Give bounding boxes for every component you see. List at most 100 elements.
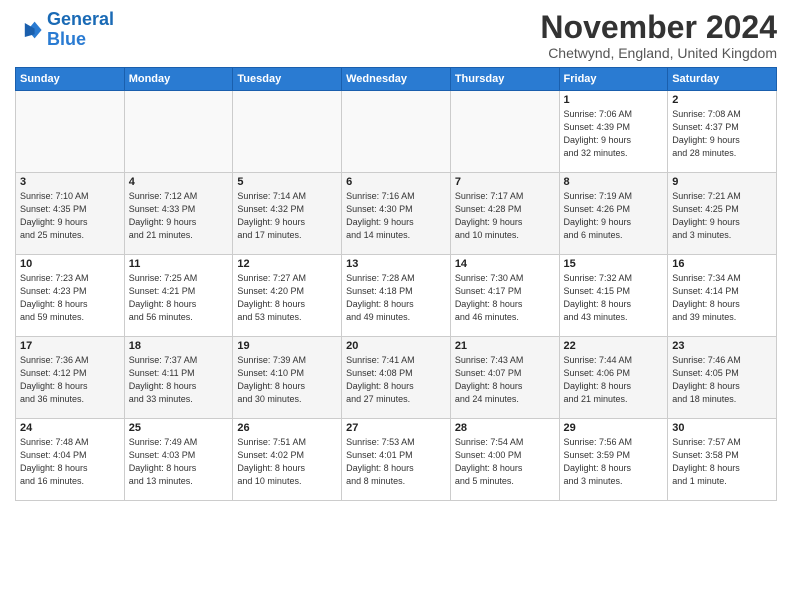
day-number: 16 (672, 258, 772, 270)
calendar-cell: 23 Sunrise: 7:46 AMSunset: 4:05 PMDayligh… (668, 337, 777, 419)
calendar-cell: 1 Sunrise: 7:06 AMSunset: 4:39 PMDaylight… (559, 91, 668, 173)
calendar-cell: 13 Sunrise: 7:28 AMSunset: 4:18 PMDayligh… (342, 255, 451, 337)
day-number: 1 (564, 94, 664, 106)
cell-info: Sunrise: 7:37 AMSunset: 4:11 PMDaylight:… (129, 354, 229, 406)
col-header-friday: Friday (559, 68, 668, 91)
day-number: 21 (455, 340, 555, 352)
cell-info: Sunrise: 7:25 AMSunset: 4:21 PMDaylight:… (129, 272, 229, 324)
calendar-cell (450, 91, 559, 173)
calendar-cell: 11 Sunrise: 7:25 AMSunset: 4:21 PMDayligh… (124, 255, 233, 337)
cell-info: Sunrise: 7:48 AMSunset: 4:04 PMDaylight:… (20, 436, 120, 488)
cell-info: Sunrise: 7:06 AMSunset: 4:39 PMDaylight:… (564, 108, 664, 160)
page: General Blue November 2024 Chetwynd, Eng… (0, 0, 792, 612)
cell-info: Sunrise: 7:19 AMSunset: 4:26 PMDaylight:… (564, 190, 664, 242)
cell-info: Sunrise: 7:30 AMSunset: 4:17 PMDaylight:… (455, 272, 555, 324)
day-number: 15 (564, 258, 664, 270)
col-header-monday: Monday (124, 68, 233, 91)
cell-info: Sunrise: 7:23 AMSunset: 4:23 PMDaylight:… (20, 272, 120, 324)
calendar-cell: 30Sunrise: 7:57 AMSunset: 3:58 PMDayligh… (668, 419, 777, 501)
day-number: 10 (20, 258, 120, 270)
calendar-cell: 16 Sunrise: 7:34 AMSunset: 4:14 PMDayligh… (668, 255, 777, 337)
calendar-cell: 18 Sunrise: 7:37 AMSunset: 4:11 PMDayligh… (124, 337, 233, 419)
day-number: 13 (346, 258, 446, 270)
day-number: 4 (129, 176, 229, 188)
cell-info: Sunrise: 7:34 AMSunset: 4:14 PMDaylight:… (672, 272, 772, 324)
day-number: 3 (20, 176, 120, 188)
calendar-cell: 4 Sunrise: 7:12 AMSunset: 4:33 PMDaylight… (124, 173, 233, 255)
day-number: 28 (455, 422, 555, 434)
day-number: 11 (129, 258, 229, 270)
calendar-cell: 2 Sunrise: 7:08 AMSunset: 4:37 PMDaylight… (668, 91, 777, 173)
day-number: 24 (20, 422, 120, 434)
day-number: 6 (346, 176, 446, 188)
cell-info: Sunrise: 7:54 AMSunset: 4:00 PMDaylight:… (455, 436, 555, 488)
cell-info: Sunrise: 7:16 AMSunset: 4:30 PMDaylight:… (346, 190, 446, 242)
day-number: 29 (564, 422, 664, 434)
col-header-tuesday: Tuesday (233, 68, 342, 91)
location: Chetwynd, England, United Kingdom (540, 45, 777, 61)
logo-line2: Blue (47, 30, 114, 50)
col-header-saturday: Saturday (668, 68, 777, 91)
calendar-cell: 28 Sunrise: 7:54 AMSunset: 4:00 PMDayligh… (450, 419, 559, 501)
calendar-cell: 14Sunrise: 7:30 AMSunset: 4:17 PMDayligh… (450, 255, 559, 337)
day-number: 27 (346, 422, 446, 434)
cell-info: Sunrise: 7:27 AMSunset: 4:20 PMDaylight:… (237, 272, 337, 324)
day-number: 19 (237, 340, 337, 352)
calendar-header-row: SundayMondayTuesdayWednesdayThursdayFrid… (16, 68, 777, 91)
day-number: 26 (237, 422, 337, 434)
logo: General Blue (15, 10, 114, 50)
day-number: 25 (129, 422, 229, 434)
calendar-cell: 3Sunrise: 7:10 AMSunset: 4:35 PMDaylight… (16, 173, 125, 255)
calendar-cell: 22 Sunrise: 7:44 AMSunset: 4:06 PMDayligh… (559, 337, 668, 419)
day-number: 18 (129, 340, 229, 352)
day-number: 17 (20, 340, 120, 352)
calendar-cell: 5Sunrise: 7:14 AMSunset: 4:32 PMDaylight… (233, 173, 342, 255)
cell-info: Sunrise: 7:53 AMSunset: 4:01 PMDaylight:… (346, 436, 446, 488)
day-number: 22 (564, 340, 664, 352)
day-number: 2 (672, 94, 772, 106)
col-header-wednesday: Wednesday (342, 68, 451, 91)
day-number: 9 (672, 176, 772, 188)
logo-text: General Blue (47, 10, 114, 50)
calendar-cell: 21 Sunrise: 7:43 AMSunset: 4:07 PMDayligh… (450, 337, 559, 419)
calendar-cell: 24 Sunrise: 7:48 AMSunset: 4:04 PMDayligh… (16, 419, 125, 501)
calendar-cell: 29 Sunrise: 7:56 AMSunset: 3:59 PMDayligh… (559, 419, 668, 501)
header: General Blue November 2024 Chetwynd, Eng… (15, 10, 777, 61)
calendar: SundayMondayTuesdayWednesdayThursdayFrid… (15, 67, 777, 501)
day-number: 20 (346, 340, 446, 352)
cell-info: Sunrise: 7:28 AMSunset: 4:18 PMDaylight:… (346, 272, 446, 324)
calendar-cell: 19 Sunrise: 7:39 AMSunset: 4:10 PMDayligh… (233, 337, 342, 419)
day-number: 12 (237, 258, 337, 270)
calendar-cell: 8 Sunrise: 7:19 AMSunset: 4:26 PMDaylight… (559, 173, 668, 255)
day-number: 23 (672, 340, 772, 352)
cell-info: Sunrise: 7:46 AMSunset: 4:05 PMDaylight:… (672, 354, 772, 406)
cell-info: Sunrise: 7:32 AMSunset: 4:15 PMDaylight:… (564, 272, 664, 324)
calendar-cell: 20Sunrise: 7:41 AMSunset: 4:08 PMDayligh… (342, 337, 451, 419)
cell-info: Sunrise: 7:36 AMSunset: 4:12 PMDaylight:… (20, 354, 120, 406)
calendar-cell (16, 91, 125, 173)
day-number: 8 (564, 176, 664, 188)
calendar-cell: 27 Sunrise: 7:53 AMSunset: 4:01 PMDayligh… (342, 419, 451, 501)
calendar-cell (124, 91, 233, 173)
cell-info: Sunrise: 7:12 AMSunset: 4:33 PMDaylight:… (129, 190, 229, 242)
col-header-sunday: Sunday (16, 68, 125, 91)
cell-info: Sunrise: 7:56 AMSunset: 3:59 PMDaylight:… (564, 436, 664, 488)
cell-info: Sunrise: 7:08 AMSunset: 4:37 PMDaylight:… (672, 108, 772, 160)
day-number: 7 (455, 176, 555, 188)
cell-info: Sunrise: 7:21 AMSunset: 4:25 PMDaylight:… (672, 190, 772, 242)
cell-info: Sunrise: 7:39 AMSunset: 4:10 PMDaylight:… (237, 354, 337, 406)
calendar-cell: 26Sunrise: 7:51 AMSunset: 4:02 PMDayligh… (233, 419, 342, 501)
cell-info: Sunrise: 7:49 AMSunset: 4:03 PMDaylight:… (129, 436, 229, 488)
logo-icon (15, 16, 43, 44)
day-number: 5 (237, 176, 337, 188)
cell-info: Sunrise: 7:44 AMSunset: 4:06 PMDaylight:… (564, 354, 664, 406)
calendar-cell: 17 Sunrise: 7:36 AMSunset: 4:12 PMDayligh… (16, 337, 125, 419)
cell-info: Sunrise: 7:57 AMSunset: 3:58 PMDaylight:… (672, 436, 772, 488)
calendar-cell (233, 91, 342, 173)
calendar-cell: 7Sunrise: 7:17 AMSunset: 4:28 PMDaylight… (450, 173, 559, 255)
title-block: November 2024 Chetwynd, England, United … (540, 10, 777, 61)
cell-info: Sunrise: 7:43 AMSunset: 4:07 PMDaylight:… (455, 354, 555, 406)
calendar-week-2: 3Sunrise: 7:10 AMSunset: 4:35 PMDaylight… (16, 173, 777, 255)
calendar-week-1: 1 Sunrise: 7:06 AMSunset: 4:39 PMDaylight… (16, 91, 777, 173)
logo-line1: General (47, 9, 114, 29)
